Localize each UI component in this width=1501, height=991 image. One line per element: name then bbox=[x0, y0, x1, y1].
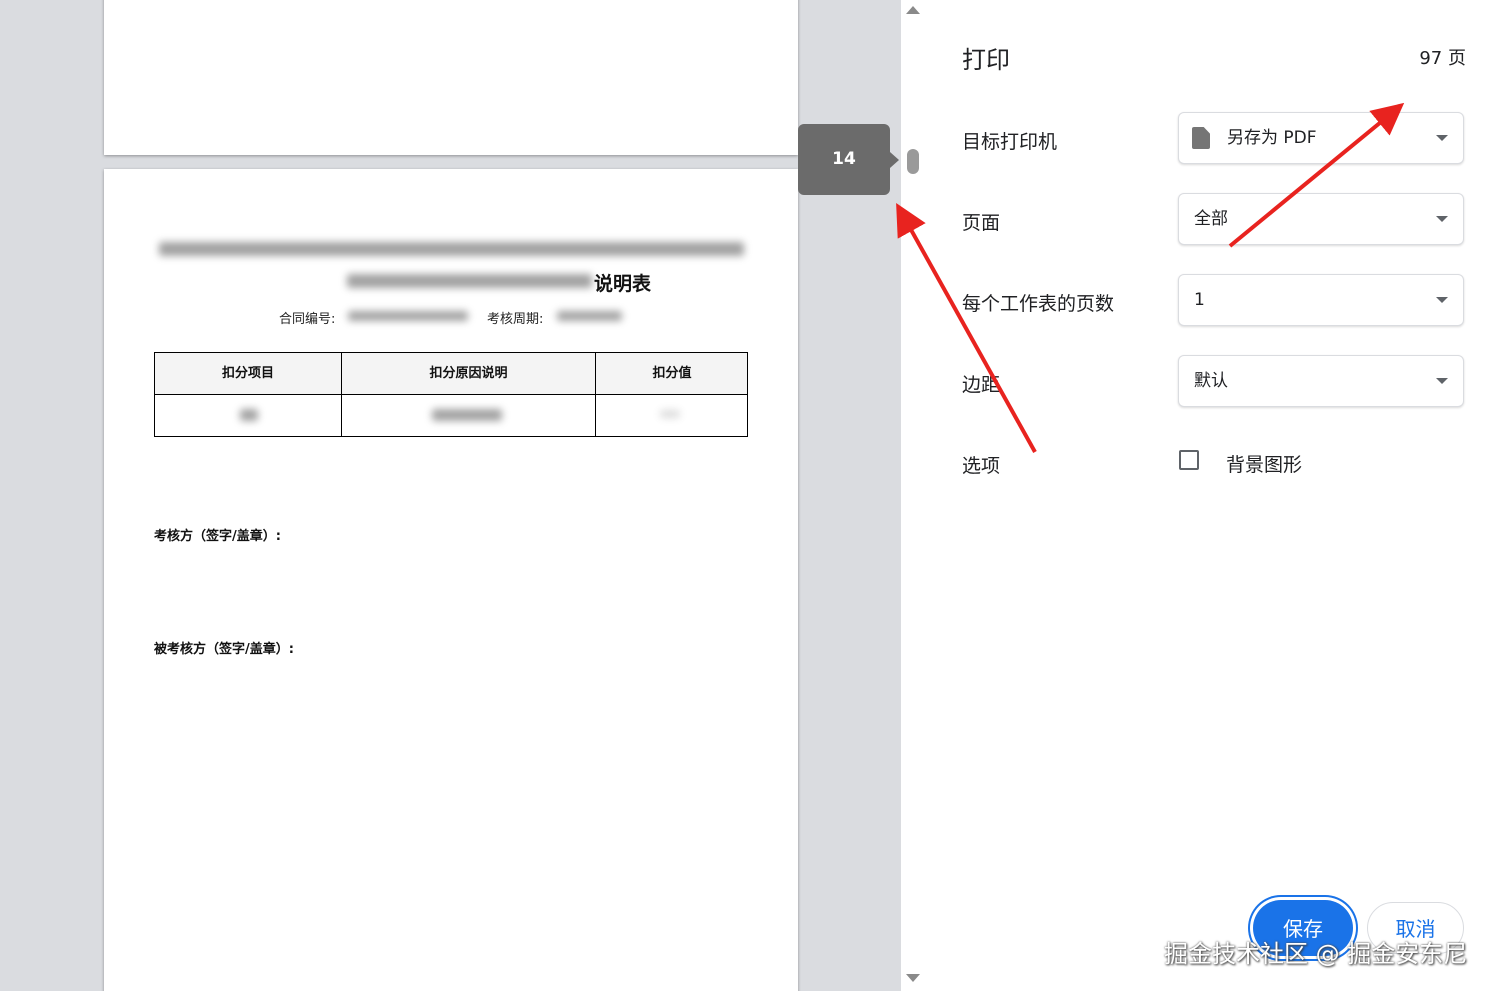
page-number-tooltip: 14 bbox=[798, 124, 899, 195]
scrollbar-thumb[interactable] bbox=[907, 149, 919, 174]
pages-per-sheet-label: 每个工作表的页数 bbox=[962, 293, 1115, 315]
deduction-table: 扣分项目 扣分原因说明 扣分值 bbox=[154, 352, 748, 437]
chevron-down-icon bbox=[1436, 378, 1448, 384]
watermark: 掘金技术社区 @ 掘金安东尼 bbox=[1164, 940, 1468, 968]
doc-title: 说明表 bbox=[594, 273, 652, 295]
redacted-title-line-2 bbox=[347, 274, 592, 288]
preview-page-previous bbox=[104, 0, 798, 155]
redacted-cell bbox=[660, 410, 680, 418]
print-settings-panel: 打印 97 页 目标打印机 另存为 PDF 页面 全部 每个工作表的页数 1 边… bbox=[926, 0, 1501, 991]
margins-select[interactable]: 默认 bbox=[1178, 355, 1464, 407]
contract-no-label: 合同编号: bbox=[279, 312, 336, 327]
table-header-cell: 扣分值 bbox=[652, 366, 692, 381]
margins-value: 默认 bbox=[1194, 371, 1228, 391]
options-label: 选项 bbox=[962, 455, 1001, 477]
destination-select[interactable]: 另存为 PDF bbox=[1178, 112, 1464, 164]
pages-label: 页面 bbox=[962, 212, 1001, 234]
panel-title: 打印 bbox=[962, 46, 1010, 74]
preview-scrollbar[interactable] bbox=[901, 0, 926, 991]
destination-label: 目标打印机 bbox=[962, 131, 1058, 153]
background-graphics-checkbox[interactable] bbox=[1179, 450, 1199, 470]
chevron-down-icon bbox=[1436, 297, 1448, 303]
scroll-down-arrow-icon[interactable] bbox=[906, 974, 920, 982]
table-header-cell: 扣分原因说明 bbox=[429, 366, 508, 381]
pages-per-sheet-value: 1 bbox=[1194, 290, 1205, 310]
period-label: 考核周期: bbox=[487, 312, 544, 327]
pages-value: 全部 bbox=[1194, 209, 1228, 229]
pages-per-sheet-select[interactable]: 1 bbox=[1178, 274, 1464, 326]
redacted-period bbox=[557, 311, 622, 321]
redacted-cell bbox=[240, 409, 258, 421]
redacted-contract-no bbox=[348, 311, 468, 321]
background-graphics-label[interactable]: 背景图形 bbox=[1226, 450, 1302, 477]
redacted-title-line-1 bbox=[159, 242, 744, 256]
destination-value: 另存为 PDF bbox=[1227, 128, 1317, 148]
scroll-up-arrow-icon[interactable] bbox=[906, 6, 920, 14]
chevron-down-icon bbox=[1436, 135, 1448, 141]
print-preview-area: 说明表 合同编号: 考核周期: 扣分项目 扣分原因说明 扣分值 考核方（签字/盖… bbox=[0, 0, 926, 991]
document-icon bbox=[1192, 127, 1210, 149]
chevron-down-icon bbox=[1436, 216, 1448, 222]
pages-select[interactable]: 全部 bbox=[1178, 193, 1464, 245]
margins-label: 边距 bbox=[962, 374, 1001, 396]
page-count: 97 页 bbox=[1419, 48, 1466, 69]
redacted-cell bbox=[432, 409, 502, 421]
assessor-sign-label: 考核方（签字/盖章）: bbox=[154, 529, 281, 544]
preview-page-current: 说明表 合同编号: 考核周期: 扣分项目 扣分原因说明 扣分值 考核方（签字/盖… bbox=[104, 169, 798, 991]
table-header-cell: 扣分项目 bbox=[221, 366, 274, 381]
assessee-sign-label: 被考核方（签字/盖章）: bbox=[154, 642, 294, 657]
